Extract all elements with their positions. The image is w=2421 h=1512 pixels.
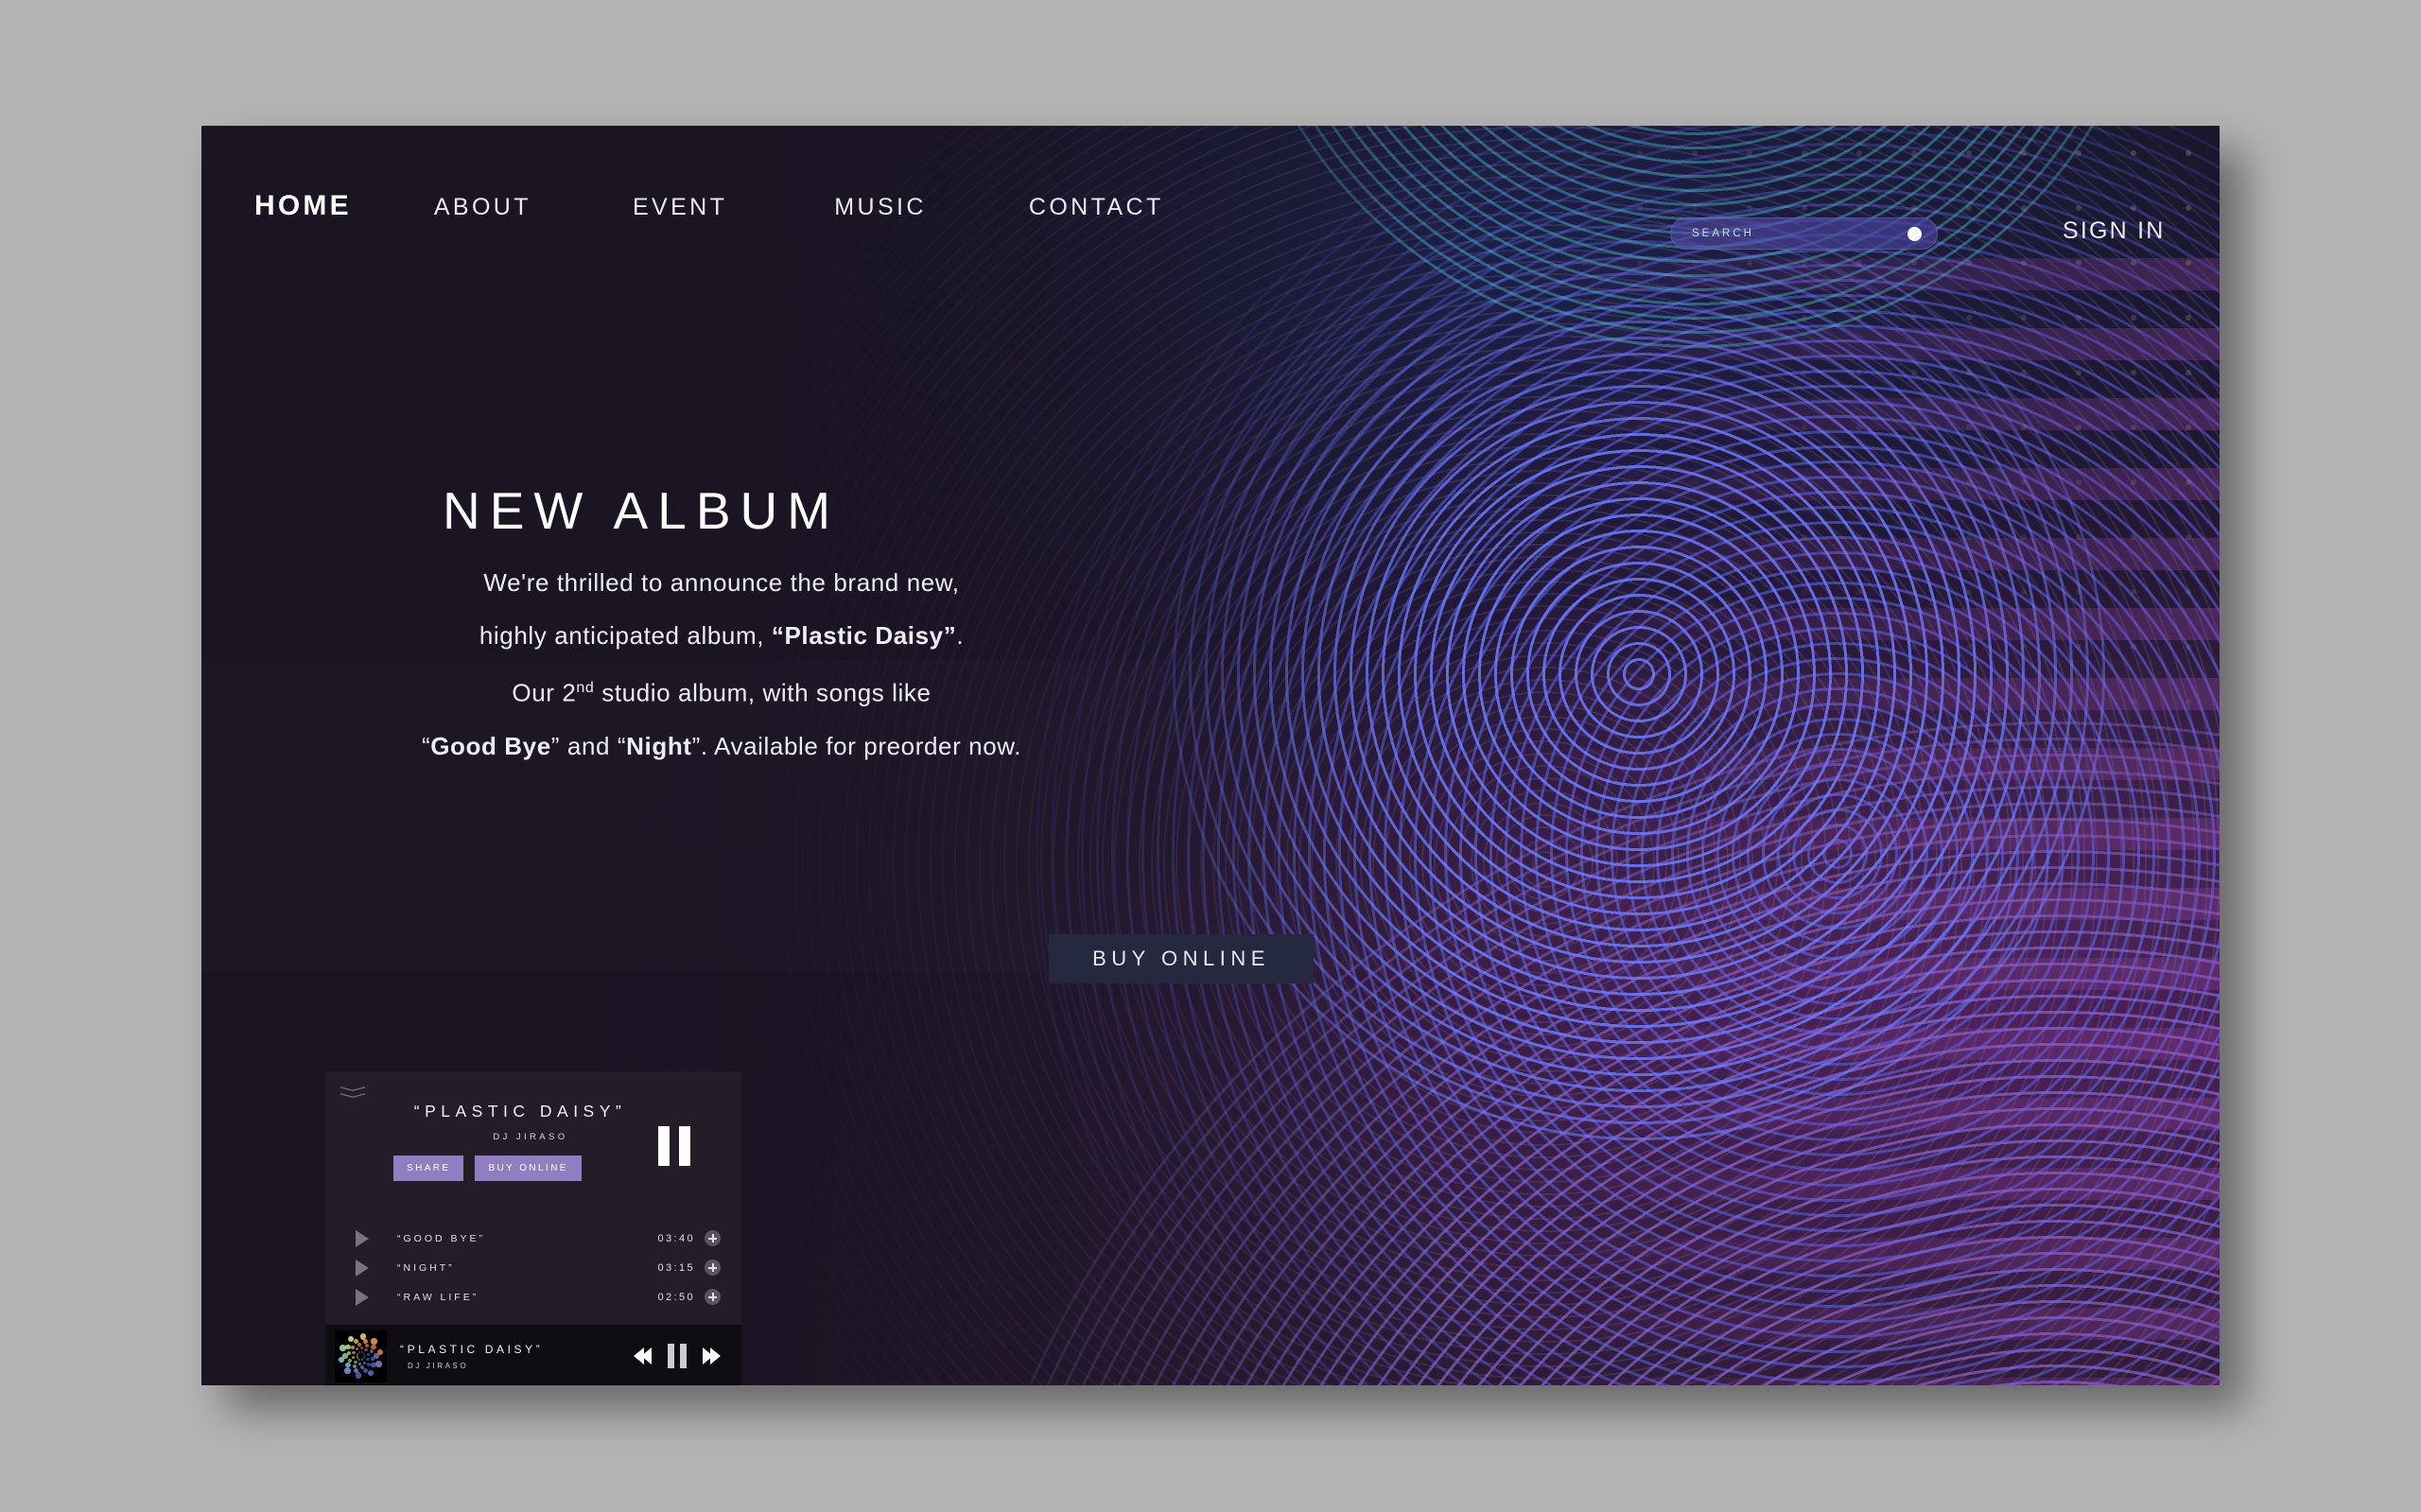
hero-line4-open-quote: “ bbox=[421, 731, 431, 760]
nav-item-music[interactable]: MUSIC bbox=[834, 194, 927, 221]
fast-forward-icon[interactable] bbox=[703, 1347, 721, 1364]
hero-line-1: We're thrilled to announce the brand new… bbox=[201, 556, 1242, 609]
player-buy-online-button[interactable]: BUY ONLINE bbox=[475, 1156, 582, 1181]
table-row[interactable]: “GOOD BYE” 03:40 bbox=[325, 1224, 741, 1253]
share-button[interactable]: SHARE bbox=[393, 1156, 464, 1181]
table-row[interactable]: “RAW LIFE” 02:50 bbox=[325, 1282, 741, 1312]
nav-item-about[interactable]: ABOUT bbox=[434, 194, 531, 221]
pause-icon[interactable] bbox=[658, 1126, 690, 1166]
track-list: “GOOD BYE” 03:40 “NIGHT” 03:15 “RAW LIFE… bbox=[325, 1218, 741, 1325]
nav-item-contact[interactable]: CONTACT bbox=[1029, 194, 1164, 221]
plus-circle-icon[interactable] bbox=[705, 1289, 721, 1305]
buy-online-button[interactable]: BUY ONLINE bbox=[1049, 934, 1314, 983]
hero-line2-prefix: highly anticipated album, bbox=[479, 621, 772, 650]
play-icon[interactable] bbox=[356, 1229, 369, 1247]
now-playing-artist: DJ JIRASO bbox=[408, 1361, 469, 1370]
hero-line4-mid: ” and “ bbox=[550, 731, 627, 760]
hero-album-name: “Plastic Daisy” bbox=[771, 621, 957, 650]
search-input[interactable] bbox=[1671, 228, 1907, 239]
hero-line3-prefix: Our 2 bbox=[512, 678, 577, 707]
rewind-icon[interactable] bbox=[634, 1347, 652, 1364]
music-player-widget: “PLASTIC DAISY” DJ JIRASO SHARE BUY ONLI… bbox=[325, 1071, 741, 1385]
nav-links: HOME ABOUT EVENT MUSIC CONTACT bbox=[201, 190, 1164, 222]
hero-title: NEW ALBUM bbox=[443, 481, 841, 540]
play-icon[interactable] bbox=[356, 1288, 369, 1306]
track-name: “NIGHT” bbox=[397, 1261, 455, 1274]
hero-line-3: Our 2nd studio album, with songs like bbox=[201, 662, 1242, 720]
search-dot-icon[interactable] bbox=[1907, 226, 1922, 241]
plus-circle-icon[interactable] bbox=[705, 1230, 721, 1246]
hero-song-1: Good Bye bbox=[430, 731, 551, 760]
hero-line-2: highly anticipated album, “Plastic Daisy… bbox=[201, 609, 1242, 662]
sign-in-link[interactable]: SIGN IN bbox=[2063, 217, 2165, 245]
player-header: “PLASTIC DAISY” DJ JIRASO SHARE BUY ONLI… bbox=[325, 1071, 741, 1218]
transport-controls bbox=[634, 1344, 721, 1368]
track-duration: 03:15 bbox=[657, 1261, 695, 1274]
search-box[interactable] bbox=[1670, 217, 1938, 250]
hero-line1-text: We're thrilled to announce the brand new… bbox=[483, 568, 960, 597]
hero-line3-suffix: studio album, with songs like bbox=[594, 678, 932, 707]
track-name: “GOOD BYE” bbox=[397, 1232, 486, 1244]
play-icon[interactable] bbox=[356, 1259, 369, 1277]
pause-icon[interactable] bbox=[668, 1344, 687, 1368]
player-album-title: “PLASTIC DAISY” bbox=[413, 1102, 627, 1121]
plus-circle-icon[interactable] bbox=[705, 1260, 721, 1276]
now-playing-bar: “PLASTIC DAISY” DJ JIRASO bbox=[325, 1325, 741, 1385]
hero-line4-end: ”. Available for preorder now. bbox=[691, 731, 1022, 760]
table-row[interactable]: “NIGHT” 03:15 bbox=[325, 1253, 741, 1282]
hero-ordinal-suffix: nd bbox=[576, 680, 595, 696]
nav-item-event[interactable]: EVENT bbox=[633, 194, 727, 221]
chevron-double-down-icon[interactable] bbox=[340, 1086, 365, 1104]
track-duration: 02:50 bbox=[657, 1291, 695, 1303]
hero-line-4: “Good Bye” and “Night”. Available for pr… bbox=[201, 720, 1242, 773]
now-playing-title: “PLASTIC DAISY” bbox=[400, 1342, 544, 1356]
track-name: “RAW LIFE” bbox=[397, 1291, 479, 1303]
now-playing-text: “PLASTIC DAISY” DJ JIRASO bbox=[400, 1343, 634, 1370]
top-navigation-bar: HOME ABOUT EVENT MUSIC CONTACT SIGN IN bbox=[201, 126, 2220, 287]
hero-song-2: Night bbox=[626, 731, 692, 760]
track-duration: 03:40 bbox=[657, 1232, 695, 1244]
hero-body-copy: We're thrilled to announce the brand new… bbox=[201, 556, 1242, 773]
hero-line2-suffix: . bbox=[956, 621, 965, 650]
album-art-daisy-dots bbox=[335, 1330, 387, 1382]
nav-item-home[interactable]: HOME bbox=[254, 190, 352, 222]
website-mockup-frame: HOME ABOUT EVENT MUSIC CONTACT SIGN IN N… bbox=[201, 126, 2220, 1385]
